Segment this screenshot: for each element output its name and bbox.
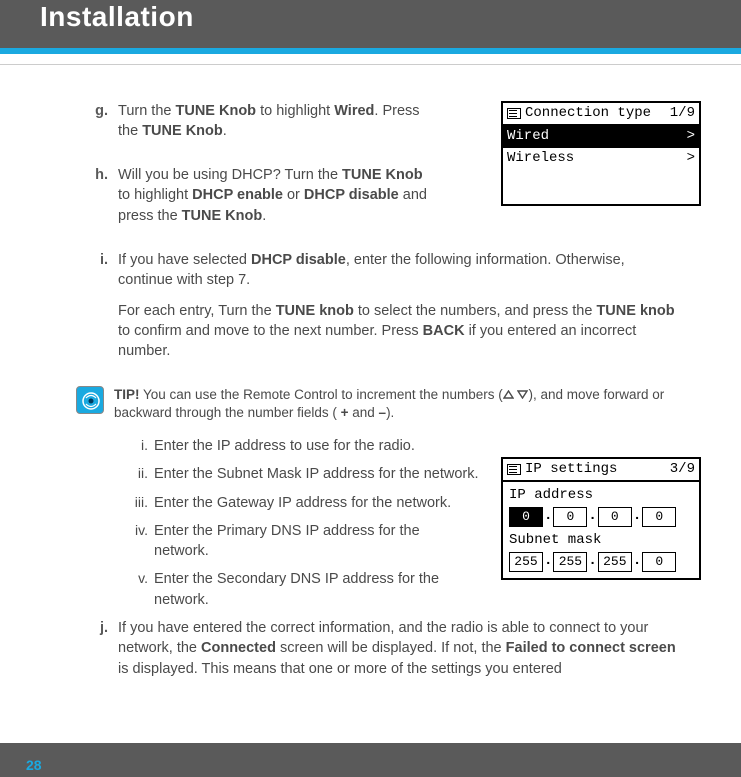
subnet-octet-4[interactable]: 0 <box>642 552 676 572</box>
tip-icon <box>76 386 104 414</box>
step-label: h. <box>90 165 118 185</box>
header-accent-bar <box>0 48 741 54</box>
step-body: If you have entered the correct informat… <box>118 618 678 689</box>
ip-address-fields: 0. 0. 0. 0 <box>509 507 693 527</box>
ip-octet-4[interactable]: 0 <box>642 507 676 527</box>
lcd-row-wireless[interactable]: Wireless > <box>503 148 699 170</box>
lcd-screen-connection-type: Connection type 1/9 Wired > Wireless > <box>501 101 701 207</box>
lcd-body: IP address 0. 0. 0. 0 Subnet mask 255. 2… <box>503 482 699 578</box>
subnet-mask-label: Subnet mask <box>509 531 693 551</box>
lcd-title-bar: Connection type 1/9 <box>503 103 699 127</box>
lcd-title-text: IP settings <box>525 460 617 480</box>
content-area: Connection type 1/9 Wired > Wireless > I… <box>0 101 741 743</box>
lcd-page-indicator: 3/9 <box>670 460 695 480</box>
substep-i: i. Enter the IP address to use for the r… <box>130 436 701 456</box>
ip-octet-2[interactable]: 0 <box>553 507 587 527</box>
tip-callout: TIP! You can use the Remote Control to i… <box>40 386 701 422</box>
lcd-page-indicator: 1/9 <box>670 104 695 124</box>
tip-text: TIP! You can use the Remote Control to i… <box>114 386 674 422</box>
page-title: Installation <box>40 0 741 34</box>
lcd-title-text: Connection type <box>525 104 651 124</box>
lcd-body: Wired > Wireless > <box>503 126 699 204</box>
ip-octet-1[interactable]: 0 <box>509 507 543 527</box>
step-label: j. <box>90 618 118 638</box>
step-i: i. If you have selected DHCP disable, en… <box>40 250 701 371</box>
subnet-mask-fields: 255. 255. 255. 0 <box>509 552 693 572</box>
header-divider <box>0 64 741 65</box>
subnet-octet-2[interactable]: 255 <box>553 552 587 572</box>
subnet-octet-3[interactable]: 255 <box>598 552 632 572</box>
page-header: Installation <box>0 0 741 48</box>
step-label: i. <box>90 250 118 270</box>
down-arrow-icon <box>517 386 528 404</box>
up-arrow-icon <box>503 386 514 404</box>
step-body: If you have selected DHCP disable, enter… <box>118 250 678 371</box>
list-icon <box>507 464 521 475</box>
lcd-title-bar: IP settings 3/9 <box>503 459 699 483</box>
ip-octet-3[interactable]: 0 <box>598 507 632 527</box>
step-body: Turn the TUNE Knob to highlight Wired. P… <box>118 101 438 152</box>
page-number: 28 <box>26 757 42 773</box>
subnet-octet-1[interactable]: 255 <box>509 552 543 572</box>
step-j: j. If you have entered the correct infor… <box>40 618 701 689</box>
ip-address-label: IP address <box>509 486 693 506</box>
lcd-row-wired[interactable]: Wired > <box>503 126 699 148</box>
list-icon <box>507 108 521 119</box>
lcd-screen-ip-settings: IP settings 3/9 IP address 0. 0. 0. 0 Su… <box>501 457 701 580</box>
page-footer: 28 <box>0 743 741 777</box>
chevron-right-icon: > <box>687 127 695 147</box>
chevron-right-icon: > <box>687 149 695 169</box>
step-label: g. <box>90 101 118 121</box>
step-body: Will you be using DHCP? Turn the TUNE Kn… <box>118 165 438 236</box>
